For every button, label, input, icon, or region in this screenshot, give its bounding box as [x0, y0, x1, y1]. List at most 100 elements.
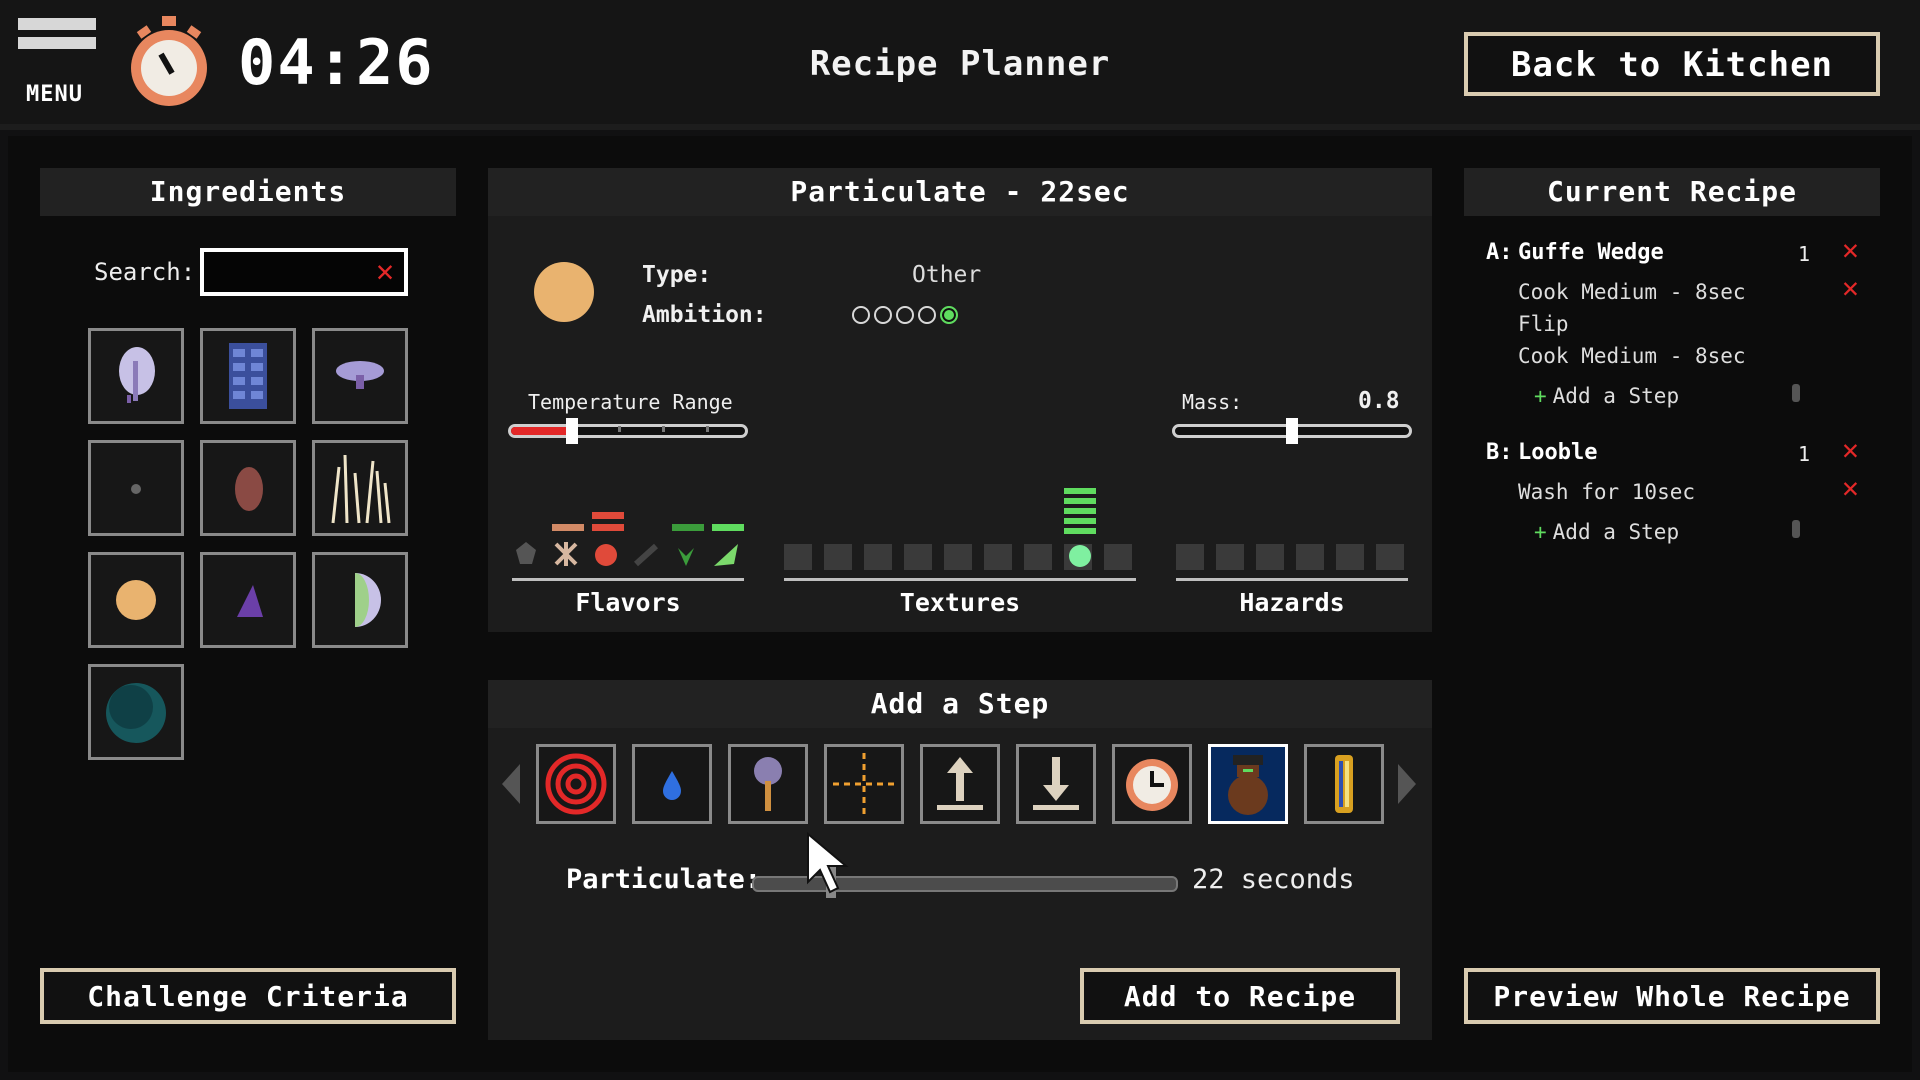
add-step-label: Add a Step: [1552, 384, 1680, 408]
step-heat-button[interactable]: [536, 744, 616, 824]
flavor-leaf-icon: [714, 544, 738, 566]
details-heading: Particulate - 22sec: [488, 168, 1432, 216]
flavors-label: Flavors: [575, 588, 681, 617]
flavor-dim-icon: [633, 543, 659, 567]
temperature-range-slider[interactable]: [508, 424, 748, 438]
hazards-divider: [1176, 578, 1408, 581]
top-bar: MENU 04:26 Recipe Planner Back to Kitche…: [0, 0, 1920, 130]
flavor-bar: [552, 524, 584, 531]
seed-icon: [131, 484, 141, 494]
search-label: Search:: [94, 258, 196, 286]
ambition-dot: [852, 306, 870, 324]
raise-icon: [937, 757, 983, 810]
recipe-step: Wash for 10sec: [1518, 480, 1696, 504]
temperature-knob[interactable]: [566, 418, 578, 444]
preview-whole-recipe-button[interactable]: Preview Whole Recipe: [1464, 968, 1880, 1024]
mallet-icon: [754, 757, 782, 811]
step-lower-button[interactable]: [1016, 744, 1096, 824]
add-step-heading: Add a Step: [488, 680, 1432, 728]
ingredient-tile-particulate[interactable]: [88, 552, 184, 648]
texture-bar: [1064, 488, 1096, 494]
textures-divider: [784, 578, 1136, 581]
search-input[interactable]: ✕: [200, 248, 408, 296]
page-title: Recipe Planner: [809, 44, 1111, 84]
ingredient-tile-seed[interactable]: [88, 440, 184, 536]
mass-label: Mass:: [1182, 390, 1243, 414]
add-step-link[interactable]: + Add a Step: [1534, 520, 1679, 544]
recipe-step: Flip: [1518, 312, 1569, 336]
ingredient-tile-feather[interactable]: [88, 328, 184, 424]
recipe-item-letter: A:: [1486, 240, 1513, 265]
ambition-dot: [940, 306, 958, 324]
step-tube-button[interactable]: [1304, 744, 1384, 824]
hazards-label: Hazards: [1239, 588, 1345, 617]
step-raise-button[interactable]: [920, 744, 1000, 824]
mass-knob[interactable]: [1286, 418, 1298, 444]
flavor-bar: [592, 524, 624, 531]
mushroom-icon: [336, 361, 384, 389]
ingredients-heading: Ingredients: [40, 168, 456, 216]
ingredient-tile-teal-orb[interactable]: [88, 664, 184, 760]
add-step-link[interactable]: + Add a Step: [1534, 384, 1679, 408]
recipe-item-letter: B:: [1486, 440, 1513, 465]
flavor-cross-icon: [554, 542, 578, 566]
ambition-label: Ambition:: [642, 302, 767, 328]
flavor-bar: [592, 512, 624, 519]
ingredient-tile-blue-block[interactable]: [200, 328, 296, 424]
flavor-bar: [712, 524, 744, 531]
step-wait-button[interactable]: [1112, 744, 1192, 824]
slider-tick: [662, 426, 665, 432]
flavor-bar: [672, 524, 704, 531]
ingredient-tile-noodles[interactable]: [312, 440, 408, 536]
step-particulate-button[interactable]: [1208, 744, 1288, 824]
purple-shard-icon: [237, 585, 263, 617]
step-slice-button[interactable]: [824, 744, 904, 824]
back-to-kitchen-button[interactable]: Back to Kitchen: [1464, 32, 1880, 96]
textures-label: Textures: [899, 588, 1021, 617]
recipe-item-qty: 1: [1798, 442, 1811, 466]
blue-block-icon: [229, 343, 267, 409]
mouse-cursor-icon: [807, 832, 849, 894]
drag-handle-icon[interactable]: [1792, 384, 1800, 402]
add-step-label: Add a Step: [1552, 520, 1680, 544]
remove-item-x-icon[interactable]: ✕: [1842, 436, 1859, 464]
step-mallet-button[interactable]: [728, 744, 808, 824]
ingredient-tile-mushroom[interactable]: [312, 328, 408, 424]
step-wash-button[interactable]: [632, 744, 712, 824]
hazard-icons-dim: [1176, 544, 1408, 570]
ambition-dot: [918, 306, 936, 324]
water-drop-icon: [663, 771, 681, 800]
ingredient-tile-purple-shard[interactable]: [200, 552, 296, 648]
ingredient-tile-half-moon[interactable]: [312, 552, 408, 648]
step-scroll-right-icon[interactable]: [1398, 764, 1416, 804]
crosshair-icon: [833, 753, 895, 815]
texture-bar: [1064, 498, 1096, 504]
ambition-dot: [874, 306, 892, 324]
remove-step-x-icon[interactable]: ✕: [1842, 474, 1859, 502]
menu-button[interactable]: MENU: [18, 18, 98, 112]
recipe-item-name: Looble: [1518, 440, 1598, 465]
remove-step-x-icon[interactable]: ✕: [1842, 274, 1859, 302]
temperature-range-label: Temperature Range: [528, 390, 733, 414]
slider-tick: [706, 426, 709, 432]
lower-icon: [1033, 757, 1079, 810]
remove-item-x-icon[interactable]: ✕: [1842, 236, 1859, 264]
texture-bar: [1064, 528, 1096, 534]
hamburger-icon-bar: [18, 37, 96, 49]
ingredient-tile-kernel[interactable]: [200, 440, 296, 536]
ambition-dot: [896, 306, 914, 324]
texture-particulate-icon: [1069, 545, 1091, 567]
add-to-recipe-button[interactable]: Add to Recipe: [1080, 968, 1400, 1024]
jar-icon: [1228, 755, 1268, 815]
mass-value: 0.8: [1358, 388, 1400, 414]
timer: 04:26: [238, 26, 435, 99]
clear-x-icon[interactable]: ✕: [376, 254, 394, 290]
stopwatch-icon: [131, 16, 207, 106]
flavor-plant-icon: [678, 548, 694, 566]
menu-label: MENU: [26, 82, 83, 107]
texture-bar: [1064, 508, 1096, 514]
half-moon-icon: [355, 573, 381, 627]
drag-handle-icon[interactable]: [1792, 520, 1800, 538]
step-scroll-left-icon[interactable]: [502, 764, 520, 804]
challenge-criteria-button[interactable]: Challenge Criteria: [40, 968, 456, 1024]
